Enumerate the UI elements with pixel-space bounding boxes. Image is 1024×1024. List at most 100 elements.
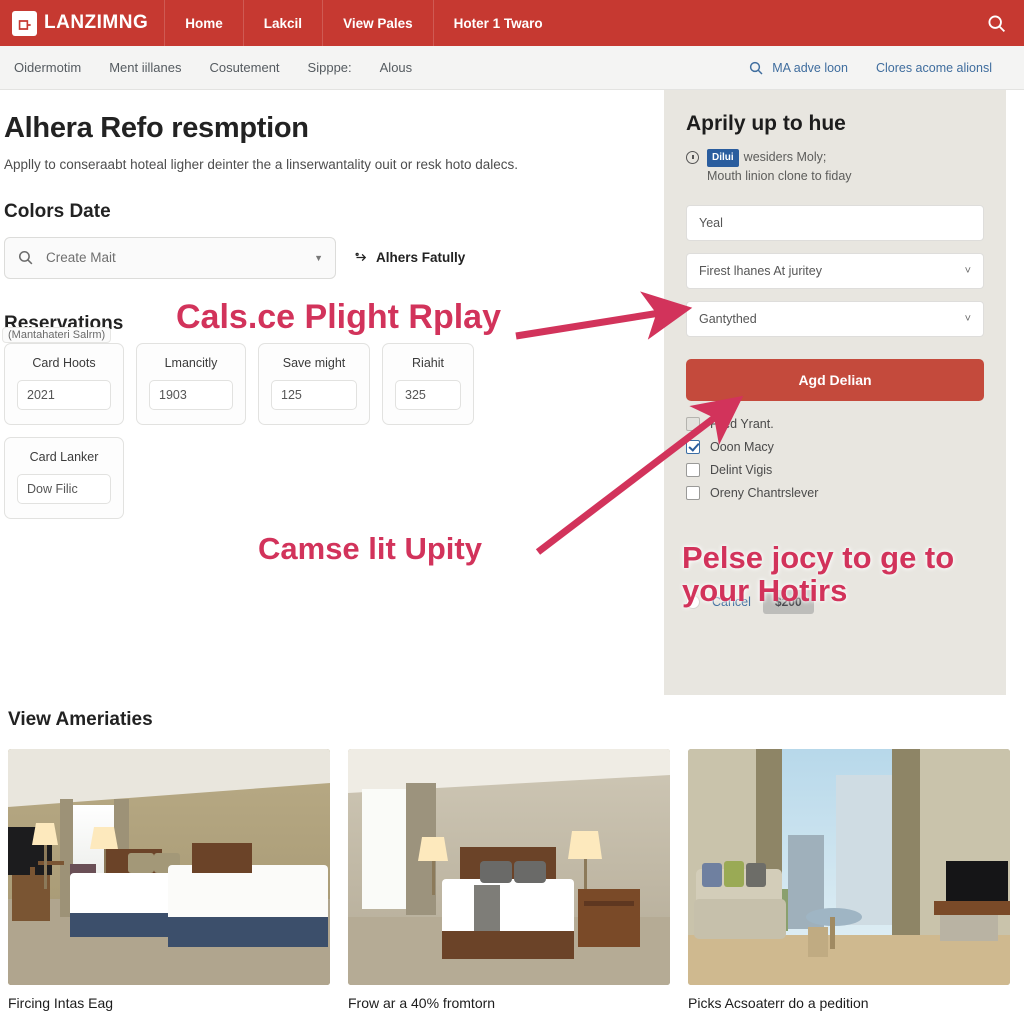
search-icon [17, 249, 34, 266]
secondary-nav-bar: Oidermotim Ment iillanes Cosutement Sipp… [0, 46, 1024, 90]
share-icon [354, 250, 369, 265]
section-title-colors-date: Colors Date [4, 201, 646, 223]
gallery-caption: Fircing Intas Eag [8, 995, 330, 1011]
header-search-button[interactable] [968, 0, 1024, 46]
sidebar-note-badge: Dilui [707, 149, 739, 167]
nav-item-lakcil[interactable]: Lakcil [243, 0, 322, 46]
gallery-title: View Ameriaties [8, 709, 1020, 731]
reservation-card[interactable]: Lmancitly 1903 [136, 343, 246, 425]
checkbox-icon-checked[interactable] [686, 440, 700, 454]
gallery-section: View Ameriaties Fircing Intas Eag Frow a… [0, 695, 1024, 1011]
nav-item-view-pales[interactable]: View Pales [322, 0, 433, 46]
chevron-down-icon: ˅ [965, 265, 971, 277]
card-value-input[interactable]: Dow Filic [17, 474, 111, 504]
gallery-caption: Picks Acsoaterr do a pedition [688, 995, 1010, 1011]
sidebar-checkbox-list: Filed Yrant. Ooon Macy Delint Vigis Oren… [686, 417, 984, 500]
reservation-cards: (Mantahateri Salrm) Card Hoots 2021 Lman… [4, 343, 504, 425]
subnav-search-link[interactable]: MA adve loon [748, 60, 848, 76]
sidebar-text-field[interactable]: Yeal [686, 205, 984, 241]
card-title: Lmancitly [149, 356, 233, 370]
sidebar-select-2[interactable]: Gantythed ˅ [686, 301, 984, 337]
checkbox-icon[interactable] [686, 463, 700, 477]
leaf-logo-icon: ⟥ [12, 11, 37, 36]
reservation-card[interactable]: Save might 125 [258, 343, 370, 425]
nav-item-hotel[interactable]: Hoter 1 Twaro [433, 0, 563, 46]
reservation-card[interactable]: Card Lanker Dow Filic [4, 437, 124, 519]
top-header-bar: ⟥ LANZIMNG Home Lakcil View Pales Hoter … [0, 0, 1024, 46]
add-delian-button[interactable]: Agd Delian [686, 359, 984, 401]
subnav-item-2[interactable]: Cosutement [209, 60, 279, 75]
suite-with-city-view-photo[interactable] [688, 749, 1010, 985]
subnav-item-3[interactable]: Sipppe: [308, 60, 352, 75]
subnav-item-0[interactable]: Oidermotim [14, 60, 81, 75]
secondary-nav-right: MA adve loon Clores acome alionsl [748, 46, 992, 89]
card-value-input[interactable]: 2021 [17, 380, 111, 410]
alhers-fatully-label: Alhers Fatully [376, 250, 465, 265]
booking-sidebar: Aprily up to hue Dilui wesiders Moly; Mou… [664, 90, 1006, 695]
queen-bed-hotel-room-photo[interactable] [348, 749, 670, 985]
checkbox-label: Delint Vigis [710, 463, 772, 477]
gallery-item[interactable]: Picks Acsoaterr do a pedition [688, 749, 1010, 1011]
room-illustration [688, 749, 1010, 985]
brand[interactable]: ⟥ LANZIMNG [0, 0, 164, 46]
primary-nav: Home Lakcil View Pales Hoter 1 Twaro [164, 0, 562, 46]
date-select-value: Create Mait [46, 250, 302, 265]
card-tag: (Mantahateri Salrm) [2, 327, 111, 343]
twin-beds-hotel-room-photo[interactable] [8, 749, 330, 985]
checkbox-row-1[interactable]: Ooon Macy [686, 440, 984, 454]
gallery-item[interactable]: Frow ar a 40% fromtorn [348, 749, 670, 1011]
subnav-item-4[interactable]: Alous [380, 60, 413, 75]
room-illustration [8, 749, 330, 985]
sidebar-note-line2: Mouth linion clone to fiday [707, 169, 852, 183]
card-title: Save might [271, 356, 357, 370]
search-icon [748, 60, 764, 76]
checkbox-icon[interactable] [686, 486, 700, 500]
card-value-input[interactable]: 125 [271, 380, 357, 410]
chevron-down-icon: ▼ [314, 253, 323, 263]
reservation-cards-row-2: Card Lanker Dow Filic [4, 437, 504, 519]
card-value-input[interactable]: 1903 [149, 380, 233, 410]
nav-item-home[interactable]: Home [164, 0, 243, 46]
reservation-card[interactable]: Riahit 325 [382, 343, 474, 425]
page-title: Alhera Refo resmption [4, 112, 646, 145]
brand-name: LANZIMNG [44, 12, 148, 34]
date-select[interactable]: Create Mait ▼ [4, 237, 336, 279]
price-badge: $200 [763, 590, 814, 614]
checkbox-row-0[interactable]: Filed Yrant. [686, 417, 984, 431]
chevron-down-icon: ˅ [965, 313, 971, 325]
gallery-caption: Frow ar a 40% fromtorn [348, 995, 670, 1011]
sidebar-select-1-value: Firest lhanes At juritey [699, 264, 822, 278]
subnav-secondary-link[interactable]: Clores acome alionsl [876, 61, 992, 75]
card-title: Card Lanker [17, 450, 111, 464]
checkbox-icon[interactable] [686, 417, 700, 431]
sidebar-select-1[interactable]: Firest lhanes At juritey ˅ [686, 253, 984, 289]
radio-button-icon[interactable] [686, 595, 700, 609]
cancel-link[interactable]: Cancel [712, 595, 751, 609]
sidebar-note: Dilui wesiders Moly; Mouth linion clone t… [686, 148, 984, 187]
checkbox-label: Filed Yrant. [710, 417, 774, 431]
room-illustration [348, 749, 670, 985]
alhers-fatully-link[interactable]: Alhers Fatully [354, 250, 465, 265]
sidebar-text-field-value: Yeal [699, 216, 723, 230]
checkbox-label: Ooon Macy [710, 440, 774, 454]
page-lead-text: Applly to conseraabt hoteal ligher deint… [4, 155, 646, 175]
secondary-nav: Oidermotim Ment iillanes Cosutement Sipp… [14, 60, 412, 75]
subnav-item-1[interactable]: Ment iillanes [109, 60, 181, 75]
gallery-list: Fircing Intas Eag Frow ar a 40% fromtorn… [4, 749, 1020, 1011]
card-title: Card Hoots [17, 356, 111, 370]
checkbox-row-2[interactable]: Delint Vigis [686, 463, 984, 477]
search-icon [986, 13, 1007, 34]
clock-icon [686, 151, 699, 164]
sidebar-note-text: Dilui wesiders Moly; Mouth linion clone t… [707, 148, 852, 187]
sidebar-select-2-value: Gantythed [699, 312, 757, 326]
sidebar-note-line1: wesiders Moly; [744, 150, 827, 164]
sidebar-title: Aprily up to hue [686, 112, 984, 136]
checkbox-row-3[interactable]: Oreny Chantrslever [686, 486, 984, 500]
card-value-input[interactable]: 325 [395, 380, 461, 410]
checkbox-label: Oreny Chantrslever [710, 486, 818, 500]
reservation-card[interactable]: (Mantahateri Salrm) Card Hoots 2021 [4, 343, 124, 425]
sidebar-footer: Cancel $200 [686, 590, 984, 614]
gallery-item[interactable]: Fircing Intas Eag [8, 749, 330, 1011]
page-body: Alhera Refo resmption Applly to conseraa… [0, 90, 1024, 695]
date-search-row: Create Mait ▼ Alhers Fatully [4, 237, 646, 279]
